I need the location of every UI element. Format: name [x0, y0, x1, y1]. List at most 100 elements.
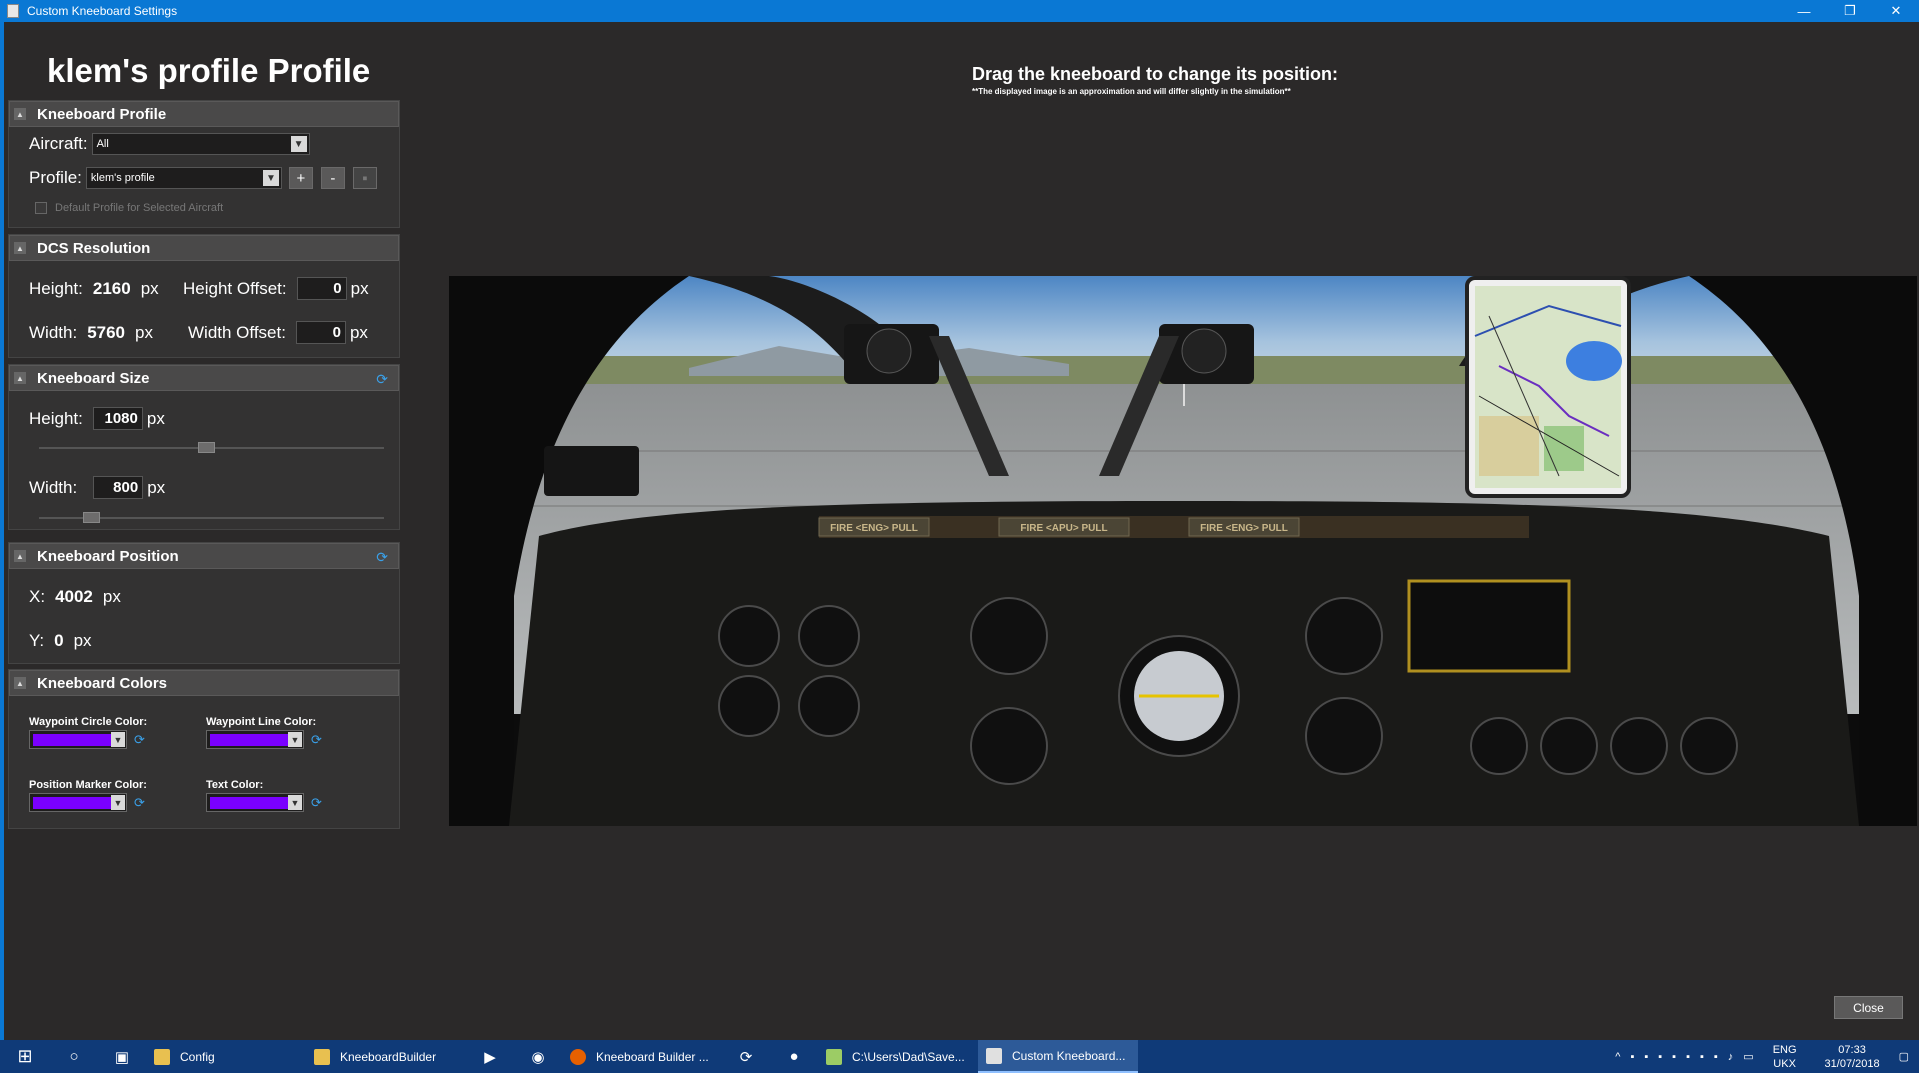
position-marker-color-picker[interactable]: ▼	[29, 793, 127, 812]
chevron-up-icon[interactable]: ^	[1615, 1051, 1620, 1063]
chevron-down-icon: ▼	[111, 732, 125, 747]
tray-app-icon[interactable]: ▪	[1644, 1051, 1648, 1063]
sync-icon[interactable]: ⟳	[722, 1040, 770, 1073]
app-green-icon[interactable]: ●	[770, 1040, 818, 1073]
unit-label: px	[102, 587, 121, 606]
kneeboard-size-section: ▲ Kneeboard Size ⟳ Height: 1080 px Width…	[8, 364, 400, 530]
profile-select[interactable]: klem's profile ▼	[85, 167, 282, 189]
notifications-icon[interactable]: ▢	[1899, 1050, 1909, 1063]
default-profile-checkbox[interactable]	[35, 202, 47, 214]
drag-instructions-title: Drag the kneeboard to change its positio…	[972, 64, 1339, 84]
taskbar-item-firefox[interactable]: Kneeboard Builder ...	[562, 1040, 722, 1073]
kneeboard-profile-header[interactable]: ▲ Kneeboard Profile	[9, 101, 399, 127]
media-player-icon[interactable]: ▶	[466, 1040, 514, 1073]
tray-app-icon[interactable]: ▪	[1672, 1051, 1676, 1063]
tray-app-icon[interactable]: ▪	[1658, 1051, 1662, 1063]
tray-app-icon[interactable]: ▪	[1686, 1051, 1690, 1063]
waypoint-circle-color-picker[interactable]: ▼	[29, 730, 127, 749]
collapse-icon[interactable]: ▲	[14, 242, 26, 254]
position-marker-color-label: Position Marker Color:	[29, 779, 147, 791]
store-icon[interactable]: ▣	[98, 1040, 146, 1073]
reset-refresh-icon[interactable]: ⟳	[134, 795, 145, 811]
windows-start-icon[interactable]: ⊞	[0, 1040, 50, 1073]
app-icon	[986, 1047, 1002, 1064]
clock[interactable]: 07:33 31/07/2018	[1825, 1043, 1880, 1071]
tray-app-icon[interactable]: ▪	[1630, 1051, 1634, 1063]
remove-profile-button[interactable]: -	[320, 167, 345, 189]
search-icon[interactable]: ○	[50, 1040, 98, 1073]
kneeboard-profile-section: ▲ Kneeboard Profile Aircraft: All ▼ Prof…	[8, 100, 400, 228]
reset-refresh-icon[interactable]: ⟳	[376, 549, 388, 566]
kneeboard-position-section: ▲ Kneeboard Position ⟳ X: 4002 px Y: 0 p…	[8, 542, 400, 664]
width-offset-label: Width Offset:	[188, 322, 286, 342]
position-x-label: X:	[29, 587, 46, 606]
section-title: DCS Resolution	[37, 239, 151, 257]
reset-refresh-icon[interactable]: ⟳	[311, 795, 322, 811]
folder-icon	[154, 1048, 170, 1065]
unit-label: px	[73, 631, 92, 650]
kneeboard-colors-header[interactable]: ▲ Kneeboard Colors	[9, 670, 399, 696]
text-color-picker[interactable]: ▼	[206, 793, 304, 812]
chevron-down-icon: ▼	[288, 795, 302, 810]
language-indicator[interactable]: ENG UKX	[1773, 1043, 1797, 1071]
waypoint-line-color-label: Waypoint Line Color:	[206, 716, 317, 728]
unit-label: px	[147, 477, 166, 497]
chevron-down-icon: ▼	[262, 170, 279, 186]
volume-icon[interactable]: ♪	[1728, 1051, 1734, 1063]
taskbar-item-custom-kneeboard[interactable]: Custom Kneeboard...	[978, 1040, 1138, 1073]
width-offset-input[interactable]: 0	[295, 321, 346, 344]
taskbar-item-notepad[interactable]: C:\Users\Dad\Save...	[818, 1040, 978, 1073]
collapse-icon[interactable]: ▲	[14, 677, 26, 689]
waypoint-line-color-picker[interactable]: ▼	[206, 730, 304, 749]
window-controls: — ❐ ✕	[1781, 0, 1919, 22]
default-profile-label: Default Profile for Selected Aircraft	[55, 202, 224, 214]
add-profile-button[interactable]: +	[288, 167, 313, 189]
kneeboard-position-header[interactable]: ▲ Kneeboard Position ⟳	[9, 543, 399, 569]
unit-label: px	[135, 323, 153, 342]
section-title: Kneeboard Position	[37, 547, 179, 565]
app-globe-icon[interactable]: ◉	[514, 1040, 562, 1073]
height-offset-input[interactable]: 0	[296, 277, 347, 300]
tray-app-icon[interactable]: ▪	[1714, 1051, 1718, 1063]
collapse-icon[interactable]: ▲	[14, 372, 26, 384]
taskbar-item-label: Custom Kneeboard...	[1012, 1048, 1126, 1063]
system-tray: ^ ▪ ▪ ▪ ▪ ▪ ▪ ▪ ♪ ▭ ENG UKX 07:33 31/07/…	[1610, 1040, 1919, 1073]
taskbar-item-kneeboardbuilder[interactable]: KneeboardBuilder	[306, 1040, 466, 1073]
reset-refresh-icon[interactable]: ⟳	[311, 732, 322, 748]
dcs-resolution-header[interactable]: ▲ DCS Resolution	[9, 235, 399, 261]
tray-app-icon[interactable]: ▪	[1700, 1051, 1704, 1063]
close-window-button[interactable]: ✕	[1873, 0, 1919, 22]
collapse-icon[interactable]: ▲	[14, 108, 26, 120]
chevron-down-icon: ▼	[290, 136, 307, 152]
taskbar-item-label: C:\Users\Dad\Save...	[852, 1049, 965, 1064]
resolution-height-value: 2160	[92, 279, 131, 298]
close-button[interactable]: Close	[1834, 996, 1903, 1019]
kneeboard-size-header[interactable]: ▲ Kneeboard Size ⟳	[9, 365, 399, 391]
color-swatch	[210, 734, 289, 746]
minimize-button[interactable]: —	[1781, 0, 1827, 22]
kneeboard-width-input[interactable]: 800	[93, 476, 144, 499]
reset-refresh-icon[interactable]: ⟳	[376, 371, 388, 388]
kneeboard-height-label: Height:	[29, 408, 83, 428]
collapse-icon[interactable]: ▲	[14, 550, 26, 562]
cockpit-preview-image: FIRE <ENG> PULL FIRE <APU> PULL FIRE <EN…	[449, 276, 1917, 826]
fire-handle-apu: FIRE <APU> PULL	[1020, 523, 1107, 534]
width-slider-thumb[interactable]	[83, 512, 100, 523]
cockpit-preview: FIRE <ENG> PULL FIRE <APU> PULL FIRE <EN…	[449, 276, 1917, 826]
fire-handle-left: FIRE <ENG> PULL	[830, 523, 918, 534]
reset-refresh-icon[interactable]: ⟳	[134, 732, 145, 748]
height-slider-thumb[interactable]	[198, 442, 215, 453]
taskbar-item-label: KneeboardBuilder	[340, 1049, 437, 1064]
section-title: Kneeboard Profile	[37, 105, 167, 123]
clock-time: 07:33	[1838, 1043, 1866, 1056]
section-title: Kneeboard Size	[37, 369, 150, 387]
drag-instructions-note: **The displayed image is an approximatio…	[972, 87, 1291, 96]
maximize-button[interactable]: ❐	[1827, 0, 1873, 22]
firefox-icon	[570, 1048, 586, 1065]
aircraft-select[interactable]: All ▼	[91, 133, 310, 155]
kneeboard-height-input[interactable]: 1080	[92, 407, 143, 430]
unit-label: px	[350, 278, 369, 298]
taskbar-item-config[interactable]: Config	[146, 1040, 306, 1073]
kneeboard-width-label: Width:	[29, 477, 78, 497]
network-icon[interactable]: ▭	[1743, 1050, 1753, 1063]
